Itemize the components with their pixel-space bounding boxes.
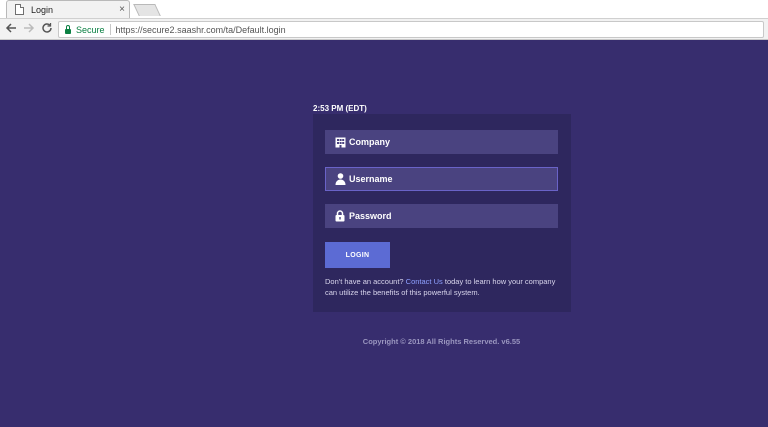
password-placeholder: Password	[349, 211, 392, 221]
browser-toolbar: Secure https://secure2.saashr.com/ta/Def…	[0, 18, 768, 40]
company-field[interactable]: Company	[325, 130, 558, 154]
company-placeholder: Company	[349, 137, 391, 147]
signup-message: Don't have an account? Contact Us today …	[325, 276, 561, 298]
username-field[interactable]: Username	[325, 167, 558, 191]
page-icon	[15, 4, 24, 15]
lock-icon	[65, 24, 71, 34]
browser-tab-login[interactable]: Login ×	[6, 0, 130, 18]
login-card: Company Username Password LOGIN Don't ha…	[313, 114, 571, 312]
user-icon	[334, 173, 346, 185]
copyright-text: Copyright © 2018 All Rights Reserved. v6…	[362, 337, 521, 346]
tab-title: Login	[31, 4, 54, 15]
forward-arrow-icon[interactable]	[22, 22, 36, 36]
divider	[109, 24, 111, 35]
secure-label: Secure	[76, 24, 105, 35]
padlock-icon	[334, 210, 346, 222]
reload-icon[interactable]	[40, 22, 54, 36]
back-arrow-icon[interactable]	[4, 22, 18, 36]
new-tab-button[interactable]	[133, 4, 161, 16]
username-placeholder: Username	[349, 174, 393, 184]
tab-strip: Login ×	[0, 0, 768, 18]
password-field[interactable]: Password	[325, 204, 558, 228]
close-tab-icon[interactable]: ×	[115, 4, 129, 15]
building-icon	[334, 136, 346, 148]
contact-us-link[interactable]: Contact Us	[406, 277, 443, 286]
login-button[interactable]: LOGIN	[325, 242, 390, 268]
current-time: 2:53 PM (EDT)	[313, 104, 367, 113]
signup-text-start: Don't have an account?	[325, 277, 404, 286]
url-text[interactable]: https://secure2.saashr.com/ta/Default.lo…	[116, 25, 286, 35]
address-bar[interactable]: Secure https://secure2.saashr.com/ta/Def…	[58, 21, 764, 38]
